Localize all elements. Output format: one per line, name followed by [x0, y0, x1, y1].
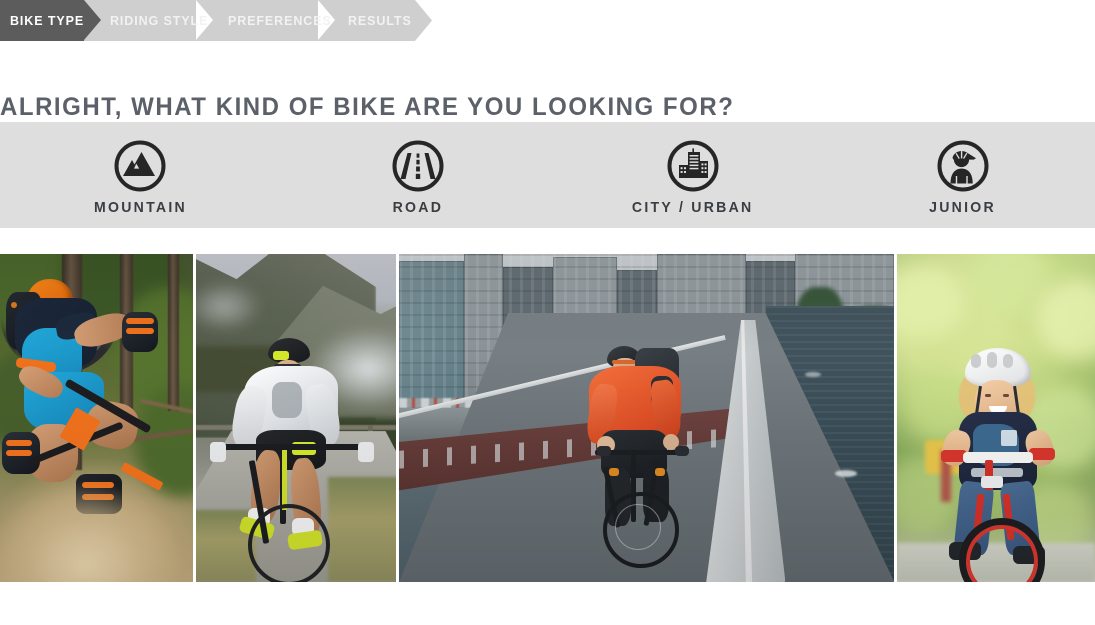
category-label: ROAD	[392, 199, 443, 216]
category-label: CITY / URBAN	[631, 199, 754, 216]
progress-steps: BIKE TYPE RIDING STYLE PREFERENCES RESUL…	[0, 0, 1095, 41]
category-mountain[interactable]: MOUNTAIN	[0, 122, 280, 228]
bike-type-selector: MOUNTAIN ROAD CITY / URBAN JUNIOR	[0, 122, 1095, 228]
road-photo[interactable]	[195, 254, 397, 582]
step-riding-style[interactable]: RIDING STYLE	[110, 0, 208, 41]
category-label: JUNIOR	[929, 199, 996, 216]
step-label: RIDING STYLE	[110, 13, 209, 28]
city-photo[interactable]	[399, 254, 895, 582]
category-city-urban[interactable]: CITY / URBAN	[555, 122, 830, 228]
step-label: BIKE TYPE	[10, 13, 85, 28]
category-road[interactable]: ROAD	[280, 122, 555, 228]
page-title: ALRIGHT, WHAT KIND OF BIKE ARE YOU LOOKI…	[0, 93, 735, 121]
category-label: MOUNTAIN	[93, 199, 187, 216]
step-results[interactable]: RESULTS	[348, 0, 412, 41]
category-junior[interactable]: JUNIOR	[830, 122, 1095, 228]
junior-icon	[935, 138, 991, 194]
page-heading-area: ALRIGHT, WHAT KIND OF BIKE ARE YOU LOOKI…	[0, 41, 1095, 121]
city-icon	[665, 138, 721, 194]
step-label: RESULTS	[348, 13, 412, 28]
road-icon	[390, 138, 446, 194]
mountain-photo[interactable]	[0, 254, 193, 582]
step-preferences[interactable]: PREFERENCES	[228, 0, 332, 41]
mountain-icon	[112, 138, 168, 194]
step-label: PREFERENCES	[228, 13, 332, 28]
bike-type-photo-strip	[0, 254, 1095, 582]
junior-photo[interactable]	[897, 254, 1095, 582]
step-bike-type[interactable]: BIKE TYPE	[0, 0, 101, 41]
